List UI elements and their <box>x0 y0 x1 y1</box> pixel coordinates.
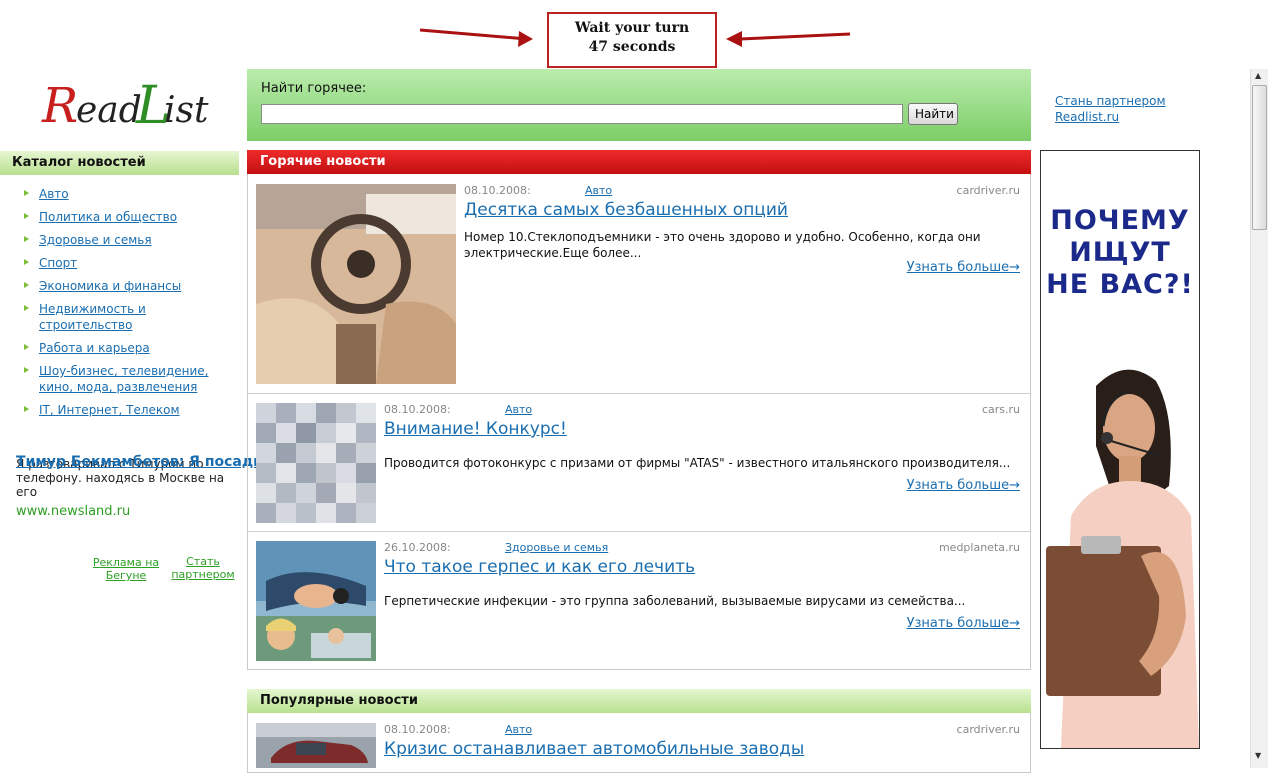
catalog-link-showbiz[interactable]: Шоу-бизнес, телевидение, кино, мода, раз… <box>39 364 208 394</box>
popular-news-list: 08.10.2008: Авто cardriver.ru Кризис ост… <box>247 713 1031 773</box>
news-category-link[interactable]: Здоровье и семья <box>505 541 608 554</box>
ad-banner[interactable]: ПОЧЕМУ ИЩУТ НЕ ВАС?! <box>1040 150 1200 749</box>
catalog-link-auto[interactable]: Авто <box>39 187 69 201</box>
news-item: 08.10.2008: Авто cardriver.ru Кризис ост… <box>248 713 1030 773</box>
news-date: 08.10.2008: <box>384 403 451 416</box>
catalog-link-health[interactable]: Здоровье и семья <box>39 233 152 247</box>
news-category-link[interactable]: Авто <box>505 403 532 416</box>
right-arrow-icon <box>726 31 851 47</box>
catalog-title: Каталог новостей <box>0 151 239 175</box>
catalog-item: IT, Интернет, Телеком <box>24 402 239 418</box>
banner-line3: НЕ ВАС?! <box>1046 269 1194 300</box>
wait-notice-countdown: 47 seconds <box>588 39 676 55</box>
readlist-logo[interactable]: R ead L ist <box>42 76 208 138</box>
wait-notice-line1: Wait your turn <box>574 20 690 36</box>
banner-line1: ПОЧЕМУ <box>1050 205 1190 236</box>
news-title-link[interactable]: Десятка самых безбашенных опций <box>464 200 788 220</box>
news-date: 08.10.2008: <box>384 723 451 736</box>
news-description: Герпетические инфекции - это группа забо… <box>384 594 966 608</box>
partner-link[interactable]: Стань партнером Readlist.ru <box>1055 94 1166 124</box>
car-factory-thumbnail[interactable] <box>256 723 376 768</box>
logo-text-ead: ead <box>76 90 142 131</box>
catalog-item: Недвижимость и строительство <box>24 301 239 333</box>
logo-letter-r: R <box>42 78 79 134</box>
catalog-item: Работа и карьера <box>24 340 239 356</box>
read-more-link[interactable]: Узнать больше→ <box>907 478 1020 493</box>
partner-link-block: Стань партнером Readlist.ru <box>1055 93 1166 125</box>
partner-link-line1: Стань партнером <box>1055 94 1166 108</box>
catalog-link-it[interactable]: IT, Интернет, Телеком <box>39 403 180 417</box>
banner-line2: ИЩУТ <box>1069 237 1171 268</box>
scroll-up-icon[interactable]: ▲ <box>1255 71 1261 80</box>
news-source: cardriver.ru <box>956 723 1020 736</box>
scrollbar-thumb[interactable] <box>1252 85 1267 230</box>
scroll-down-icon[interactable]: ▼ <box>1255 751 1261 760</box>
read-more-link[interactable]: Узнать больше→ <box>907 616 1020 631</box>
hot-news-list: 08.10.2008: Авто cardriver.ru Десятка са… <box>247 174 1031 670</box>
news-description: Проводится фотоконкурс с призами от фирм… <box>384 456 1011 470</box>
catalog-link-sport[interactable]: Спорт <box>39 256 77 270</box>
catalog-item: Экономика и финансы <box>24 278 239 294</box>
read-more-link[interactable]: Узнать больше→ <box>907 260 1020 275</box>
catalog-item: Спорт <box>24 255 239 271</box>
search-input[interactable] <box>261 104 903 124</box>
news-source: cardriver.ru <box>956 184 1020 197</box>
news-item: 08.10.2008: Авто cars.ru Внимание! Конку… <box>248 393 1030 532</box>
partner-link-line2: Readlist.ru <box>1055 110 1120 124</box>
news-source: cars.ru <box>981 403 1020 416</box>
promo-block: Тимур Бекмамбетов: Я посадил Я разговари… <box>16 454 273 519</box>
news-item: 26.10.2008: Здоровье и семья medplaneta.… <box>248 531 1030 669</box>
news-title-link[interactable]: Внимание! Конкурс! <box>384 419 567 439</box>
catalog-link-career[interactable]: Работа и карьера <box>39 341 150 355</box>
catalog-list: Авто Политика и общество Здоровье и семь… <box>24 186 239 425</box>
news-title-link[interactable]: Кризис останавливает автомобильные завод… <box>384 739 804 759</box>
catalog-item: Авто <box>24 186 239 202</box>
become-partner-link[interactable]: Стать партнером <box>170 555 236 581</box>
pixelated-thumbnail[interactable] <box>256 403 376 523</box>
wait-notice: Wait your turn 47 seconds <box>547 12 717 68</box>
catalog-link-economy[interactable]: Экономика и финансы <box>39 279 181 293</box>
operator-woman-illustration <box>1046 369 1199 748</box>
news-category-link[interactable]: Авто <box>585 184 612 197</box>
news-date: 08.10.2008: <box>464 184 531 197</box>
search-button[interactable]: Найти <box>908 103 958 125</box>
news-description: Номер 10.Стеклоподъемники - это очень зд… <box>464 230 981 260</box>
catalog-item: Шоу-бизнес, телевидение, кино, мода, раз… <box>24 363 239 395</box>
medical-thumbnail[interactable] <box>256 541 376 661</box>
ad-begun-link[interactable]: Реклама на Бегуне <box>90 556 162 582</box>
catalog-link-politics[interactable]: Политика и общество <box>39 210 177 224</box>
promo-url[interactable]: www.newsland.ru <box>16 504 236 519</box>
car-interior-thumbnail[interactable] <box>256 184 456 384</box>
logo-text-ist: ist <box>164 90 209 131</box>
page-scrollbar[interactable]: ▲ ▼ <box>1250 69 1268 768</box>
news-item: 08.10.2008: Авто cardriver.ru Десятка са… <box>248 174 1030 394</box>
hot-news-title: Горячие новости <box>247 150 1031 174</box>
popular-news-title: Популярные новости <box>247 689 1031 713</box>
catalog-item: Политика и общество <box>24 209 239 225</box>
catalog-link-realty[interactable]: Недвижимость и строительство <box>39 302 146 332</box>
search-panel: Найти горячее: Найти <box>247 69 1031 141</box>
news-title-link[interactable]: Что такое герпес и как его лечить <box>384 557 695 577</box>
promo-title-link[interactable]: Тимур Бекмамбетов: Я посадил <box>16 454 273 470</box>
news-date: 26.10.2008: <box>384 541 451 554</box>
news-category-link[interactable]: Авто <box>505 723 532 736</box>
news-source: medplaneta.ru <box>938 541 1020 554</box>
catalog-item: Здоровье и семья <box>24 232 239 248</box>
search-label: Найти горячее: <box>261 81 367 96</box>
banner-headline: ПОЧЕМУ ИЩУТ НЕ ВАС?! <box>1041 205 1199 301</box>
